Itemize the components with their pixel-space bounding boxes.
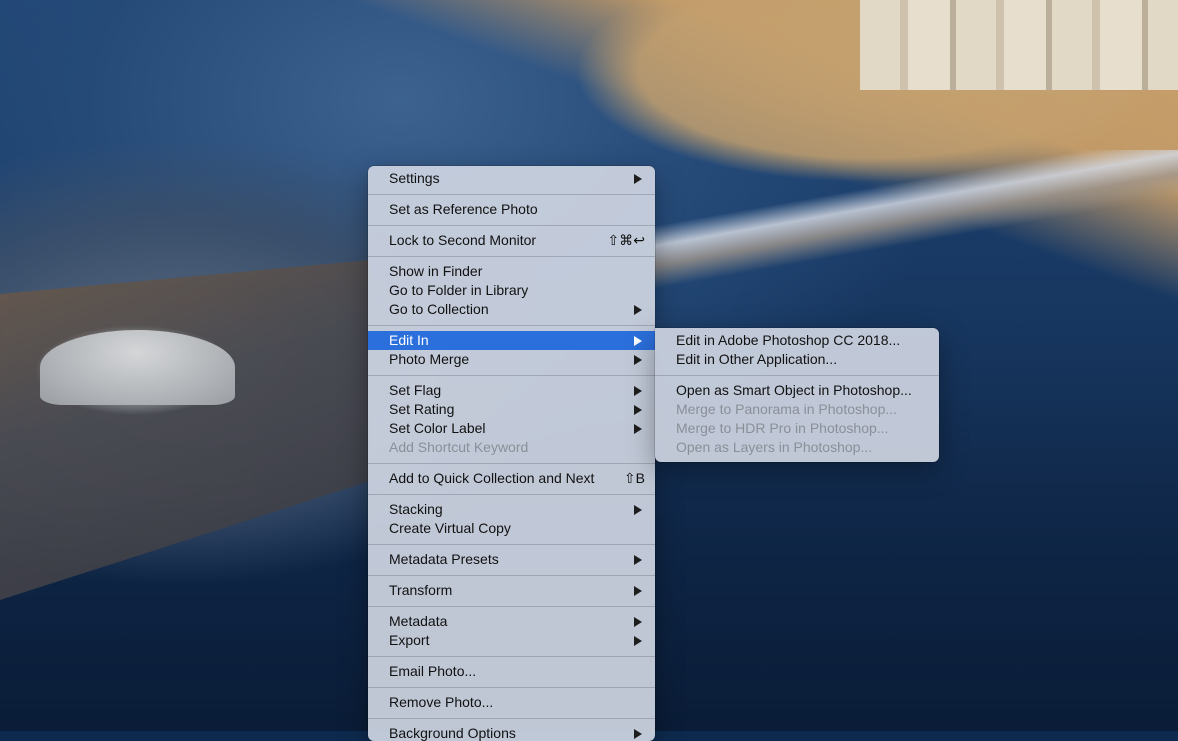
menu-item-add-shortcut-keyword: Add Shortcut Keyword xyxy=(389,439,529,455)
submenu-item-merge-to-panorama: Merge to Panorama in Photoshop... xyxy=(676,401,898,417)
menu-item-email-photo[interactable]: Email Photo... xyxy=(368,662,655,681)
submenu-arrow-icon xyxy=(634,505,642,515)
menu-separator xyxy=(368,194,655,195)
menu-separator xyxy=(368,718,655,719)
submenu-arrow-icon xyxy=(634,355,642,365)
submenu-arrow-icon xyxy=(634,636,642,646)
submenu-item-open-as-smart-object[interactable]: Open as Smart Object in Photoshop... xyxy=(655,381,939,400)
menu-separator xyxy=(368,463,655,464)
submenu-item-open-as-layers: Open as Layers in Photoshop... xyxy=(676,439,873,455)
menu-item-photo-merge[interactable]: Photo Merge xyxy=(368,350,655,369)
menu-item-go-to-folder-in-library[interactable]: Go to Folder in Library xyxy=(368,281,655,300)
menu-item-set-as-reference-photo[interactable]: Set as Reference Photo xyxy=(368,200,655,219)
menu-item-settings[interactable]: Settings xyxy=(368,169,655,188)
menu-item-lock-to-second-monitor[interactable]: Lock to Second Monitor ⇧⌘↩ xyxy=(368,231,655,250)
shortcut-label: ⇧B xyxy=(623,470,645,486)
menu-item-stacking[interactable]: Stacking xyxy=(368,500,655,519)
menu-item-edit-in[interactable]: Edit In xyxy=(368,331,655,350)
submenu-arrow-icon xyxy=(634,405,642,415)
seafront-buildings xyxy=(860,0,1178,90)
menu-separator xyxy=(368,656,655,657)
menu-separator xyxy=(368,256,655,257)
menu-item-metadata[interactable]: Metadata xyxy=(368,612,655,631)
menu-item-set-rating[interactable]: Set Rating xyxy=(368,400,655,419)
menu-item-remove-photo[interactable]: Remove Photo... xyxy=(368,693,655,712)
shortcut-label: ⇧⌘↩ xyxy=(607,232,645,248)
submenu-item-merge-to-hdr-pro: Merge to HDR Pro in Photoshop... xyxy=(676,420,889,436)
submenu-item-edit-in-other-application[interactable]: Edit in Other Application... xyxy=(655,350,939,369)
pier-amusements xyxy=(0,260,370,600)
submenu-arrow-icon xyxy=(634,586,642,596)
menu-item-metadata-presets[interactable]: Metadata Presets xyxy=(368,550,655,569)
submenu-arrow-icon xyxy=(634,305,642,315)
menu-separator xyxy=(368,606,655,607)
menu-separator xyxy=(368,575,655,576)
menu-item-set-color-label[interactable]: Set Color Label xyxy=(368,419,655,438)
menu-item-transform[interactable]: Transform xyxy=(368,581,655,600)
submenu-arrow-icon xyxy=(634,336,642,346)
menu-item-create-virtual-copy[interactable]: Create Virtual Copy xyxy=(368,519,655,538)
submenu-item-edit-in-photoshop[interactable]: Edit in Adobe Photoshop CC 2018... xyxy=(655,331,939,350)
submenu-arrow-icon xyxy=(634,617,642,627)
submenu-arrow-icon xyxy=(634,174,642,184)
menu-separator xyxy=(368,375,655,376)
submenu-arrow-icon xyxy=(634,555,642,565)
submenu-arrow-icon xyxy=(634,424,642,434)
menu-separator xyxy=(368,225,655,226)
pier-dome xyxy=(40,330,235,405)
submenu-arrow-icon xyxy=(634,386,642,396)
menu-item-export[interactable]: Export xyxy=(368,631,655,650)
menu-item-go-to-collection[interactable]: Go to Collection xyxy=(368,300,655,319)
pier-walkway xyxy=(655,150,1178,310)
menu-separator xyxy=(368,494,655,495)
menu-item-background-options[interactable]: Background Options xyxy=(368,724,655,741)
menu-item-show-in-finder[interactable]: Show in Finder xyxy=(368,262,655,281)
menu-item-add-to-quick-collection-and-next[interactable]: Add to Quick Collection and Next ⇧B xyxy=(368,469,655,488)
menu-separator xyxy=(368,687,655,688)
menu-item-set-flag[interactable]: Set Flag xyxy=(368,381,655,400)
menu-separator xyxy=(655,375,939,376)
menu-separator xyxy=(368,544,655,545)
menu-separator xyxy=(368,325,655,326)
edit-in-submenu: Edit in Adobe Photoshop CC 2018... Edit … xyxy=(655,328,939,462)
context-menu: Settings Set as Reference Photo Lock to … xyxy=(368,166,655,741)
